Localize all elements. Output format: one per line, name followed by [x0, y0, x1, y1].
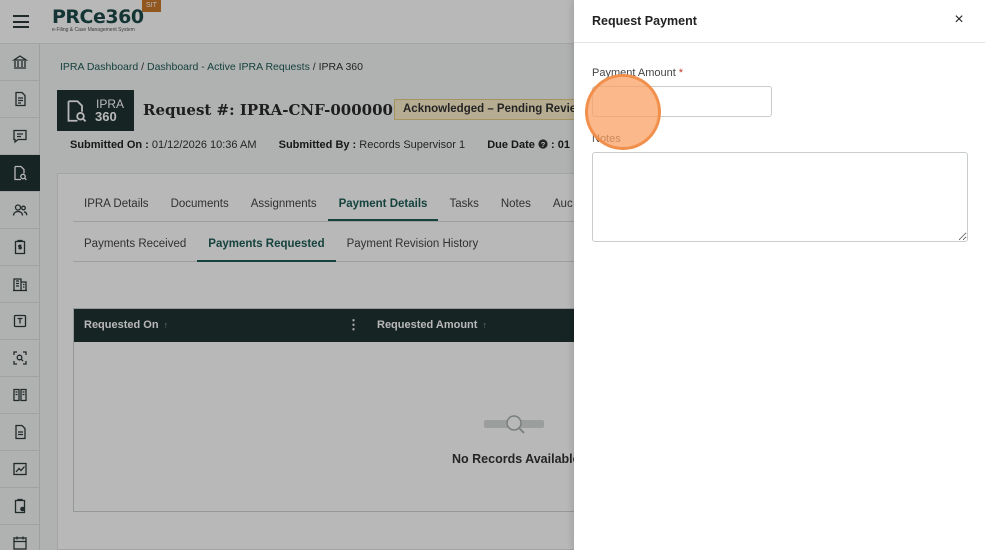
drawer-header: Request Payment × [574, 0, 985, 43]
payment-amount-input[interactable] [592, 86, 772, 117]
payment-amount-label-text: Payment Amount [592, 67, 676, 79]
close-icon[interactable]: × [951, 11, 967, 29]
drawer-title: Request Payment [592, 14, 697, 28]
notes-textarea[interactable] [592, 152, 968, 242]
modal-backdrop[interactable] [0, 0, 574, 550]
request-payment-drawer: Request Payment × Payment Amount * Notes [574, 0, 985, 550]
notes-label: Notes [592, 133, 621, 145]
payment-amount-label: Payment Amount * [592, 67, 683, 79]
required-marker: * [678, 67, 684, 79]
